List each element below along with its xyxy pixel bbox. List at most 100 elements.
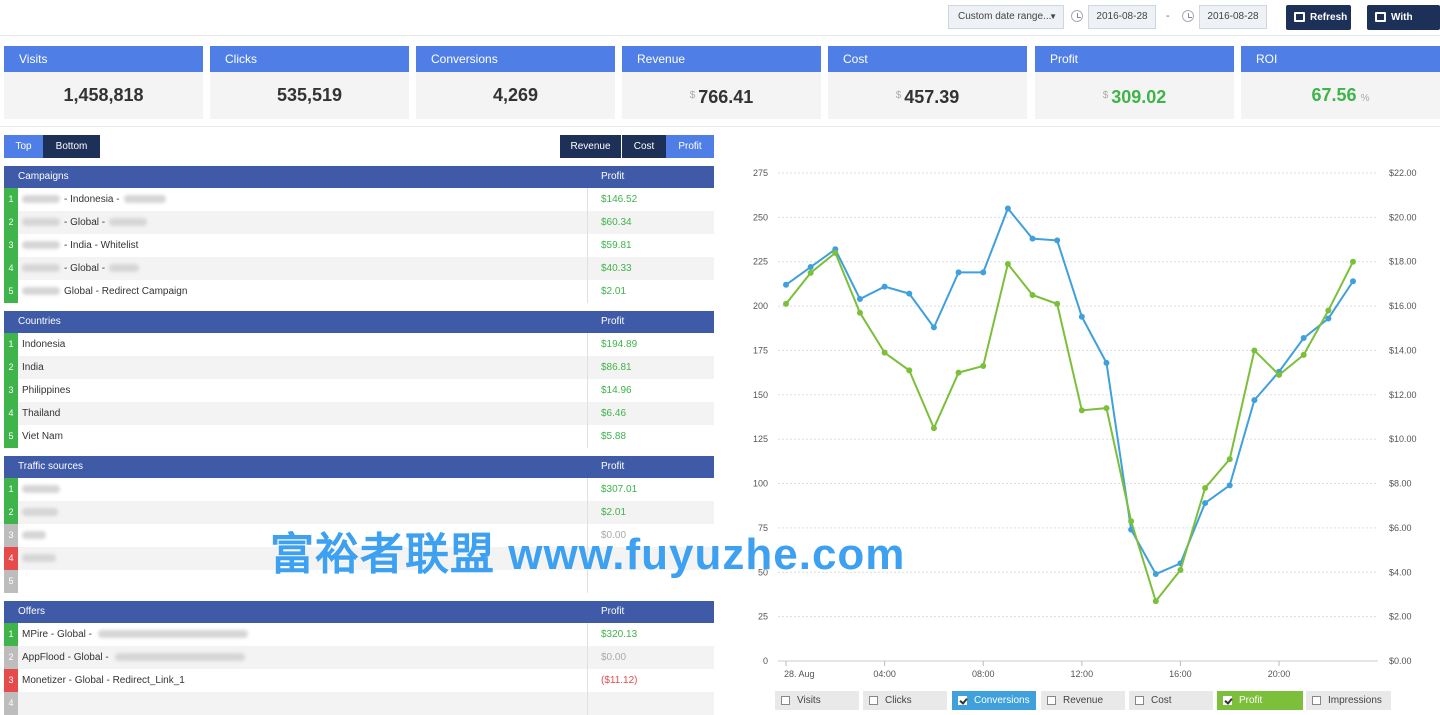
rank-badge: 5 — [4, 570, 18, 593]
legend-toggle-profit[interactable]: Profit — [1217, 691, 1303, 710]
kpi-value: $766.41 — [689, 87, 754, 107]
y-right-tick-label: $12.00 — [1389, 390, 1417, 400]
offers-row[interactable]: 4 — [4, 692, 714, 715]
row-value: $320.13 — [601, 629, 638, 640]
column-divider — [587, 646, 588, 669]
countries-row[interactable]: 3 Philippines $14.96 — [4, 379, 714, 402]
checkbox-icon — [958, 696, 967, 705]
campaigns-row[interactable]: 4 - Global - $40.33 — [4, 257, 714, 280]
redacted-text — [114, 653, 245, 662]
percent-symbol: % — [1360, 93, 1370, 104]
date-from-input[interactable]: 2016-08-28 — [1088, 5, 1156, 29]
watermark-text: 富裕者联盟 www.fuyuzhe.com — [270, 530, 906, 579]
row-name-cell: Viet Nam — [22, 425, 63, 448]
legend-toggle-cost[interactable]: Cost — [1129, 691, 1213, 710]
data-point-profit — [955, 369, 962, 376]
top-toggle[interactable]: Top — [4, 135, 43, 158]
currency-symbol: $ — [1102, 90, 1109, 101]
row-name: AppFlood - Global - — [22, 652, 109, 663]
refresh-label: Refresh — [1310, 12, 1348, 23]
date-separator: - — [1166, 10, 1170, 22]
legend-toggle-clicks[interactable]: Clicks — [863, 691, 947, 710]
date-to-input[interactable]: 2016-08-28 — [1199, 5, 1267, 29]
redacted-text — [22, 218, 60, 227]
refresh-button[interactable]: Refresh — [1286, 5, 1351, 30]
with-traffic-button[interactable]: With traffic — [1367, 5, 1440, 48]
row-name-cell: Philippines — [22, 379, 70, 402]
bottom-toggle[interactable]: Bottom — [43, 135, 100, 158]
y-left-tick-label: 225 — [753, 257, 768, 267]
row-name-cell — [22, 524, 46, 547]
rank-badge: 4 — [4, 257, 18, 280]
traffic-sources-row[interactable]: 1 $307.01 — [4, 478, 714, 501]
campaigns-row[interactable]: 2 - Global - $60.34 — [4, 211, 714, 234]
column-divider — [587, 356, 588, 379]
metric-revenue-toggle[interactable]: Revenue — [560, 135, 621, 158]
legend-label: Conversions — [974, 695, 1030, 706]
metric-cost-toggle[interactable]: Cost — [622, 135, 666, 158]
countries-row[interactable]: 1 Indonesia $194.89 — [4, 333, 714, 356]
kpi-label: ROI — [1241, 46, 1440, 72]
data-point-profit — [1078, 407, 1085, 414]
legend-toggle-visits[interactable]: Visits — [775, 691, 859, 710]
data-point-profit — [1054, 300, 1061, 307]
campaigns-row[interactable]: 3 - India - Whitelist $59.81 — [4, 234, 714, 257]
rank-badge: 3 — [4, 669, 18, 692]
row-name: Viet Nam — [22, 431, 63, 442]
row-name-cell: AppFlood - Global - — [22, 646, 245, 669]
row-name: - India - Whitelist — [64, 240, 139, 251]
table-metric-label: Profit — [601, 606, 625, 617]
rank-badge: 4 — [4, 692, 18, 715]
data-point-conversions — [1202, 500, 1209, 507]
column-divider — [587, 669, 588, 692]
row-name: - Global - — [64, 263, 106, 274]
row-value: $59.81 — [601, 240, 632, 251]
data-point-profit — [1152, 598, 1159, 605]
data-point-conversions — [1152, 571, 1159, 578]
data-point-conversions — [1054, 237, 1061, 244]
row-name-cell — [22, 501, 58, 524]
data-point-profit — [832, 249, 839, 256]
countries-row[interactable]: 2 India $86.81 — [4, 356, 714, 379]
legend-toggle-conversions[interactable]: Conversions — [952, 691, 1036, 710]
column-divider — [587, 257, 588, 280]
y-right-tick-label: $18.00 — [1389, 257, 1417, 267]
countries-row[interactable]: 5 Viet Nam $5.88 — [4, 425, 714, 448]
y-right-tick-label: $14.00 — [1389, 345, 1417, 355]
redacted-text — [123, 195, 166, 204]
row-value: $86.81 — [601, 362, 632, 373]
legend-toggle-revenue[interactable]: Revenue — [1041, 691, 1125, 710]
campaigns-row[interactable]: 1 - Indonesia - $146.52 — [4, 188, 714, 211]
y-left-tick-label: 100 — [753, 479, 768, 489]
row-name-cell — [22, 478, 60, 501]
data-point-profit — [1177, 567, 1184, 574]
row-name-cell: - Global - — [22, 211, 148, 234]
data-point-profit — [1029, 292, 1036, 298]
legend-toggle-impressions[interactable]: Impressions — [1306, 691, 1391, 710]
legend-label: Revenue — [1063, 695, 1104, 706]
kpi-label: Conversions — [416, 46, 615, 72]
redacted-text — [22, 554, 56, 563]
data-point-conversions — [1325, 315, 1332, 322]
column-divider — [587, 333, 588, 356]
data-point-conversions — [1103, 359, 1110, 366]
campaigns-row[interactable]: 5 Global - Redirect Campaign $2.01 — [4, 280, 714, 303]
checkbox-icon — [869, 696, 878, 705]
date-range-select[interactable]: Custom date range... ▼ — [948, 5, 1064, 29]
column-divider — [587, 234, 588, 257]
data-point-conversions — [955, 269, 962, 276]
column-divider — [587, 478, 588, 501]
table-title: Countries — [18, 316, 61, 327]
metric-profit-toggle[interactable]: Profit — [666, 135, 714, 158]
offers-row[interactable]: 1 MPire - Global - $320.13 — [4, 623, 714, 646]
chevron-down-icon: ▼ — [1049, 12, 1057, 21]
column-divider — [587, 188, 588, 211]
countries-row[interactable]: 4 Thailand $6.46 — [4, 402, 714, 425]
kpi-value: $457.39 — [895, 87, 960, 107]
offers-row[interactable]: 2 AppFlood - Global - $0.00 — [4, 646, 714, 669]
row-name-cell: - India - Whitelist — [22, 234, 138, 257]
redacted-text — [22, 264, 60, 273]
offers-row[interactable]: 3 Monetizer - Global - Redirect_Link_1 ($1… — [4, 669, 714, 692]
row-value: $0.00 — [601, 652, 627, 663]
rank-badge: 5 — [4, 425, 18, 448]
